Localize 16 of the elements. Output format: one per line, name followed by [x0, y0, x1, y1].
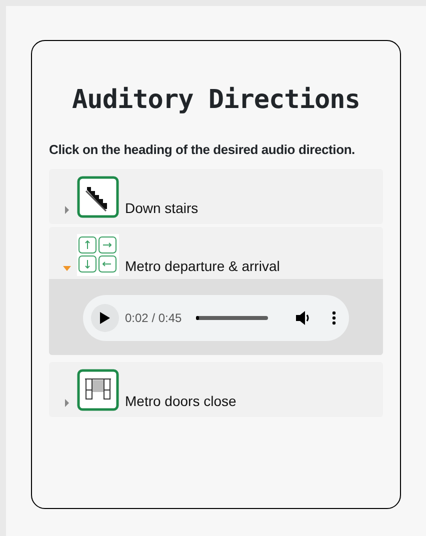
- playback-time: 0:02 / 0:45: [125, 310, 182, 327]
- progress-slider[interactable]: [196, 316, 268, 320]
- arrows-icon: [77, 234, 119, 276]
- play-icon: [100, 312, 110, 324]
- instruction-text: Click on the heading of the desired audio direction.: [49, 141, 356, 160]
- direction-heading[interactable]: Metro departure & arrival: [125, 256, 280, 277]
- play-button[interactable]: [91, 304, 119, 332]
- direction-heading[interactable]: Metro doors close: [125, 390, 236, 412]
- expand-caret-icon[interactable]: [63, 398, 71, 407]
- doors-icon: [77, 368, 119, 411]
- stairs-icon: [77, 176, 119, 218]
- page-title: Auditory Directions: [71, 85, 361, 116]
- volume-icon[interactable]: [296, 310, 312, 325]
- more-options-icon[interactable]: [332, 310, 336, 325]
- direction-heading[interactable]: Down stairs: [125, 198, 198, 219]
- expand-caret-icon[interactable]: [63, 206, 71, 214]
